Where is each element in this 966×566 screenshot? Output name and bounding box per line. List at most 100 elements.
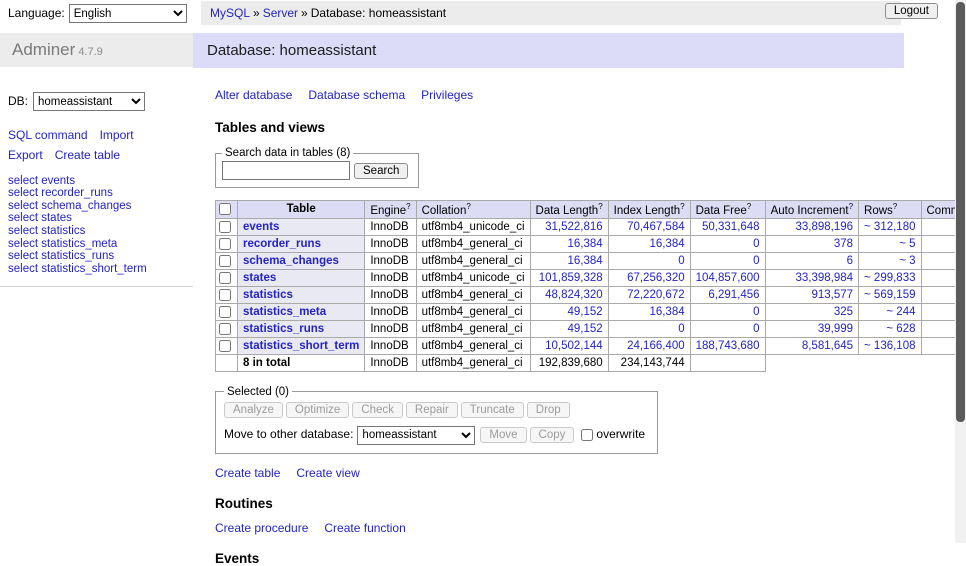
move-db-select[interactable]: homeassistant: [357, 426, 475, 445]
data-length-cell-link[interactable]: 48,824,320: [545, 289, 603, 301]
analyze-button[interactable]: Analyze: [224, 402, 283, 418]
move-button[interactable]: Move: [480, 427, 526, 443]
scrollbar-track[interactable]: [955, 0, 966, 543]
db-select[interactable]: homeassistant: [33, 92, 145, 111]
data-length-cell-link[interactable]: 31,522,816: [545, 221, 603, 233]
data-length-cell-link[interactable]: 10,502,144: [545, 340, 603, 352]
table-name-cell-link[interactable]: statistics_short_term: [243, 340, 359, 352]
select-all-checkbox[interactable]: [219, 203, 231, 215]
breadcrumb-server-link[interactable]: Server: [263, 6, 298, 20]
sidebar-table-link-select-events[interactable]: select events: [8, 175, 75, 187]
action-database-schema[interactable]: Database schema: [308, 88, 405, 102]
data-length-cell-link[interactable]: 49,152: [567, 323, 602, 335]
breadcrumb-mysql-link[interactable]: MySQL: [210, 6, 250, 20]
row-checkbox[interactable]: [219, 340, 231, 352]
logout-button[interactable]: Logout: [885, 3, 938, 19]
language-select[interactable]: English: [69, 4, 187, 23]
auto-increment-cell-link[interactable]: 39,999: [818, 323, 853, 335]
link-create-table[interactable]: Create table: [215, 466, 280, 480]
auto-increment-cell-link[interactable]: 325: [834, 306, 853, 318]
table-name-cell-link[interactable]: events: [243, 221, 279, 233]
drop-button[interactable]: Drop: [527, 402, 570, 418]
search-input[interactable]: [222, 161, 350, 180]
table-name-cell-link[interactable]: schema_changes: [243, 255, 339, 267]
row-checkbox[interactable]: [219, 289, 231, 301]
rows-cell-link[interactable]: ~ 5: [899, 238, 915, 250]
auto-increment-cell-link[interactable]: 33,898,196: [795, 221, 853, 233]
row-checkbox[interactable]: [219, 221, 231, 233]
auto-increment-cell-link[interactable]: 33,398,984: [795, 272, 853, 284]
truncate-button[interactable]: Truncate: [461, 402, 524, 418]
index-length-cell-link[interactable]: 24,166,400: [627, 340, 685, 352]
link-create-procedure[interactable]: Create procedure: [215, 521, 308, 535]
doc-link[interactable]: ?: [747, 202, 751, 211]
index-length-cell-link[interactable]: 72,220,672: [627, 289, 685, 301]
table-name-cell-link[interactable]: recorder_runs: [243, 238, 321, 250]
table-name-cell-link[interactable]: statistics: [243, 289, 293, 301]
doc-link[interactable]: ?: [466, 202, 470, 211]
data-free-cell-link[interactable]: 0: [753, 323, 759, 335]
sidebar-table-link-select-statistics-short-term[interactable]: select statistics_short_term: [8, 263, 147, 275]
doc-link[interactable]: ?: [406, 202, 410, 211]
scrollbar-thumb[interactable]: [956, 2, 965, 422]
data-free-cell-link[interactable]: 0: [753, 306, 759, 318]
index-length-cell-link[interactable]: 0: [678, 323, 684, 335]
repair-button[interactable]: Repair: [406, 402, 458, 418]
auto-increment-cell-link[interactable]: 6: [847, 255, 853, 267]
data-length-cell-link[interactable]: 16,384: [567, 238, 602, 250]
rows-cell-link[interactable]: ~ 136,108: [864, 340, 915, 352]
data-free-cell-link[interactable]: 0: [753, 238, 759, 250]
row-checkbox[interactable]: [219, 238, 231, 250]
auto-increment-cell-link[interactable]: 913,577: [811, 289, 853, 301]
sidebar-link-sql-command[interactable]: SQL command: [8, 128, 88, 142]
index-length-cell-link[interactable]: 70,467,584: [627, 221, 685, 233]
sidebar-link-export[interactable]: Export: [8, 148, 43, 162]
sidebar-table-link-select-recorder-runs[interactable]: select recorder_runs: [8, 187, 113, 199]
doc-link[interactable]: ?: [598, 202, 602, 211]
auto-increment-cell-link[interactable]: 378: [834, 238, 853, 250]
auto-increment-cell-link[interactable]: 8,581,645: [802, 340, 853, 352]
rows-cell-link[interactable]: ~ 312,180: [864, 221, 915, 233]
doc-link[interactable]: ?: [893, 202, 897, 211]
index-length-cell-link[interactable]: 0: [678, 255, 684, 267]
optimize-button[interactable]: Optimize: [286, 402, 349, 418]
sidebar-table-link-select-schema-changes[interactable]: select schema_changes: [8, 200, 131, 212]
rows-cell-link[interactable]: ~ 299,833: [864, 272, 915, 284]
table-name-cell-link[interactable]: states: [243, 272, 276, 284]
data-free-cell-link[interactable]: 50,331,648: [702, 221, 760, 233]
sidebar-table-link-select-statistics-runs[interactable]: select statistics_runs: [8, 250, 114, 262]
index-length-cell-link[interactable]: 16,384: [649, 306, 684, 318]
sidebar-link-import[interactable]: Import: [100, 128, 134, 142]
data-length-cell-link[interactable]: 49,152: [567, 306, 602, 318]
search-button[interactable]: Search: [354, 163, 408, 179]
overwrite-option[interactable]: overwrite: [581, 427, 649, 441]
sidebar-table-link-select-statistics-meta[interactable]: select statistics_meta: [8, 238, 117, 250]
index-length-cell-link[interactable]: 67,256,320: [627, 272, 685, 284]
row-checkbox[interactable]: [219, 306, 231, 318]
doc-link[interactable]: ?: [849, 202, 853, 211]
link-create-view[interactable]: Create view: [296, 466, 359, 480]
sidebar-table-link-select-states[interactable]: select states: [8, 212, 72, 224]
data-free-cell-link[interactable]: 188,743,680: [696, 340, 760, 352]
rows-cell-link[interactable]: ~ 244: [886, 306, 915, 318]
link-create-function[interactable]: Create function: [324, 521, 405, 535]
rows-cell-link[interactable]: ~ 628: [886, 323, 915, 335]
table-name-cell-link[interactable]: statistics_meta: [243, 306, 326, 318]
data-free-cell-link[interactable]: 6,291,456: [708, 289, 759, 301]
rows-cell-link[interactable]: ~ 3: [899, 255, 915, 267]
data-free-cell-link[interactable]: 0: [753, 255, 759, 267]
sidebar-table-link-select-statistics[interactable]: select statistics: [8, 225, 85, 237]
index-length-cell-link[interactable]: 16,384: [649, 238, 684, 250]
sidebar-link-create-table[interactable]: Create table: [55, 148, 120, 162]
row-checkbox[interactable]: [219, 323, 231, 335]
table-name-cell-link[interactable]: statistics_runs: [243, 323, 324, 335]
copy-button[interactable]: Copy: [530, 427, 575, 443]
data-length-cell-link[interactable]: 101,859,328: [539, 272, 603, 284]
data-length-cell-link[interactable]: 16,384: [567, 255, 602, 267]
action-privileges[interactable]: Privileges: [421, 88, 473, 102]
rows-cell-link[interactable]: ~ 569,159: [864, 289, 915, 301]
overwrite-checkbox[interactable]: [581, 429, 593, 441]
data-free-cell-link[interactable]: 104,857,600: [696, 272, 760, 284]
action-alter-database[interactable]: Alter database: [215, 88, 292, 102]
row-checkbox[interactable]: [219, 255, 231, 267]
